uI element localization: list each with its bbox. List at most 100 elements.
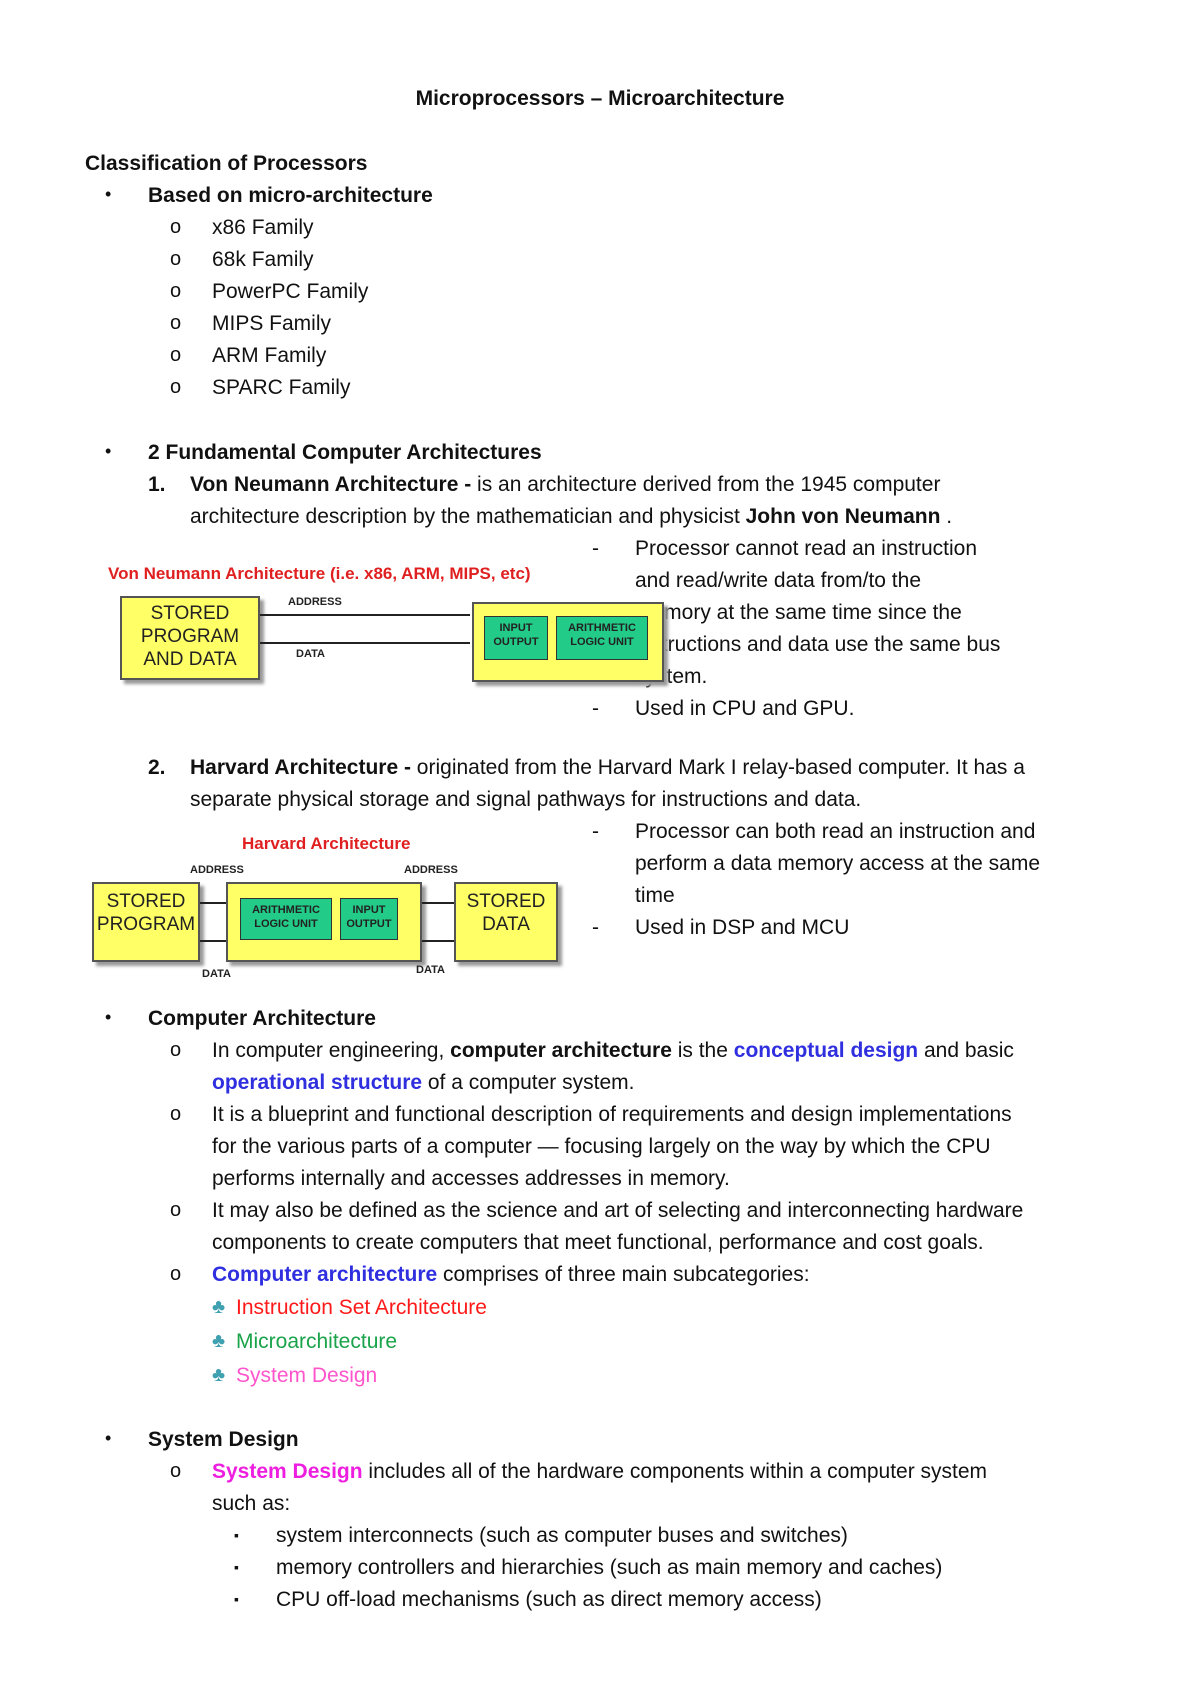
von-neumann-desc-line2: architecture description by the mathemat… bbox=[190, 505, 952, 529]
box-label: PROGRAM bbox=[140, 626, 240, 647]
address-arrow bbox=[200, 902, 226, 904]
harvard-desc-line1: Harvard Architecture - originated from t… bbox=[190, 756, 1025, 780]
square-bullet-icon: ▪ bbox=[234, 1527, 239, 1543]
address-arrow bbox=[260, 614, 470, 616]
conceptual-design-term: conceptual design bbox=[733, 1039, 919, 1062]
system-design-heading: System Design bbox=[148, 1428, 299, 1451]
address-label: ADDRESS bbox=[288, 596, 342, 608]
computer-arch-heading: Computer Architecture bbox=[148, 1007, 376, 1030]
hv-point-1-line: Processor can both read an instruction a… bbox=[635, 820, 1036, 843]
operational-structure-term: operational structure bbox=[212, 1071, 423, 1094]
club-icon: ♣ bbox=[212, 1296, 226, 1318]
square-bullet-icon: ▪ bbox=[234, 1559, 239, 1575]
section-heading: Classification of Processors bbox=[85, 152, 368, 175]
alu-box: ARITHMETIC LOGIC UNIT bbox=[556, 616, 648, 660]
subcategory-system-design: System Design bbox=[236, 1364, 378, 1387]
list-item: x86 Family bbox=[212, 216, 314, 239]
dash-icon: - bbox=[592, 697, 599, 720]
list-item: PowerPC Family bbox=[212, 280, 369, 303]
hv-point-1-line: perform a data memory access at the same bbox=[635, 852, 1040, 875]
von-neumann-name: Von Neumann Architecture - bbox=[190, 473, 472, 496]
box-label: STORED bbox=[106, 891, 186, 912]
circle-bullet-icon: o bbox=[170, 1039, 182, 1061]
subcategory-isa: Instruction Set Architecture bbox=[236, 1296, 487, 1319]
ca-p3-line: components to create computers that meet… bbox=[212, 1231, 984, 1254]
bullet-icon: • bbox=[105, 1007, 112, 1027]
text: comprises of three main subcategories: bbox=[437, 1263, 810, 1286]
box-label: PROGRAM bbox=[96, 914, 196, 935]
box-label: LOGIC UNIT bbox=[570, 636, 634, 648]
vn-diagram-title: Von Neumann Architecture (i.e. x86, ARM,… bbox=[108, 564, 531, 583]
box-label: LOGIC UNIT bbox=[254, 918, 318, 930]
sd-p1-line1: System Design includes all of the hardwa… bbox=[212, 1460, 987, 1484]
vn-point-2: Used in CPU and GPU. bbox=[635, 697, 855, 720]
von-neumann-desc-line1: Von Neumann Architecture - is an archite… bbox=[190, 473, 940, 497]
box-label: ARITHMETIC bbox=[568, 622, 636, 634]
computer-architecture-term: Computer architecture bbox=[212, 1263, 438, 1286]
ca-p2-line: It is a blueprint and functional descrip… bbox=[212, 1103, 1012, 1126]
ca-p3-line: It may also be defined as the science an… bbox=[212, 1199, 1024, 1222]
list-item: SPARC Family bbox=[212, 376, 351, 399]
text: includes all of the hardware components … bbox=[362, 1460, 988, 1483]
circle-bullet-icon: o bbox=[170, 1103, 182, 1125]
harvard-diagram-title: Harvard Architecture bbox=[242, 834, 411, 853]
von-neumann-desc: is an architecture derived from the 1945… bbox=[471, 473, 941, 496]
cpu-box: ARITHMETIC LOGIC UNIT INPUT OUTPUT bbox=[226, 882, 422, 962]
vn-point-1-line: Processor cannot read an instruction bbox=[635, 537, 978, 560]
bullet-icon: • bbox=[105, 1428, 112, 1448]
vn-point-1-line: instructions and data use the same bus bbox=[635, 633, 1001, 656]
list-item: system interconnects (such as computer b… bbox=[276, 1524, 848, 1547]
club-icon: ♣ bbox=[212, 1330, 226, 1352]
circle-bullet-icon: o bbox=[170, 248, 182, 270]
ca-p2-line: performs internally and accesses address… bbox=[212, 1167, 730, 1190]
ca-p4-line: Computer architecture comprises of three… bbox=[212, 1263, 810, 1287]
bullet-icon: • bbox=[105, 441, 112, 461]
address-left-label: ADDRESS bbox=[190, 864, 244, 876]
circle-bullet-icon: o bbox=[170, 1263, 182, 1285]
hv-point-1-line: time bbox=[635, 884, 675, 907]
harvard-name: Harvard Architecture - bbox=[190, 756, 411, 779]
circle-bullet-icon: o bbox=[170, 344, 182, 366]
text: and basic bbox=[918, 1039, 1014, 1062]
data-arrow bbox=[200, 940, 226, 942]
page-title: Microprocessors – Microarchitecture bbox=[415, 87, 785, 110]
box-label: INPUT bbox=[499, 622, 533, 634]
ca-p1-line2: operational structure of a computer syst… bbox=[212, 1071, 634, 1095]
circle-bullet-icon: o bbox=[170, 312, 182, 334]
dash-icon: - bbox=[592, 820, 599, 843]
list-item: 68k Family bbox=[212, 248, 314, 271]
list-item: CPU off-load mechanisms (such as direct … bbox=[276, 1588, 822, 1611]
period: . bbox=[940, 505, 953, 528]
club-icon: ♣ bbox=[212, 1364, 226, 1386]
data-left-label: DATA bbox=[202, 968, 231, 980]
subcategory-microarchitecture: Microarchitecture bbox=[236, 1330, 398, 1353]
bullet-icon: • bbox=[105, 184, 112, 204]
circle-bullet-icon: o bbox=[170, 280, 182, 302]
fundamental-heading: 2 Fundamental Computer Architectures bbox=[148, 441, 542, 464]
circle-bullet-icon: o bbox=[170, 216, 182, 238]
data-arrow bbox=[260, 642, 470, 644]
hv-point-2: Used in DSP and MCU bbox=[635, 916, 850, 939]
harvard-desc: originated from the Harvard Mark I relay… bbox=[410, 756, 1025, 779]
box-label: STORED bbox=[150, 603, 230, 624]
circle-bullet-icon: o bbox=[170, 1460, 182, 1482]
text: of a computer system. bbox=[422, 1071, 635, 1094]
list-item: ARM Family bbox=[212, 344, 327, 367]
ca-p1-line1: In computer engineering, computer archit… bbox=[212, 1039, 1014, 1063]
box-label: INPUT bbox=[352, 904, 386, 916]
circle-bullet-icon: o bbox=[170, 376, 182, 398]
input-output-box: INPUT OUTPUT bbox=[484, 616, 548, 660]
ca-p2-line: for the various parts of a computer — fo… bbox=[212, 1135, 991, 1158]
circle-bullet-icon: o bbox=[170, 1199, 182, 1221]
harvard-diagram: Harvard Architecture ADDRESS ADDRESS STO… bbox=[90, 832, 570, 992]
von-neumann-desc-text: architecture description by the mathemat… bbox=[190, 505, 746, 528]
system-design-term: System Design bbox=[212, 1460, 363, 1483]
data-arrow bbox=[422, 940, 454, 942]
box-label: STORED bbox=[466, 891, 546, 912]
box-label: OUTPUT bbox=[493, 636, 539, 648]
stored-program-and-data-box: STORED PROGRAM AND DATA bbox=[120, 596, 260, 680]
square-bullet-icon: ▪ bbox=[234, 1591, 239, 1607]
box-label: AND DATA bbox=[143, 649, 237, 670]
list-item: memory controllers and hierarchies (such… bbox=[276, 1556, 943, 1579]
harvard-desc-line2: separate physical storage and signal pat… bbox=[190, 788, 862, 811]
